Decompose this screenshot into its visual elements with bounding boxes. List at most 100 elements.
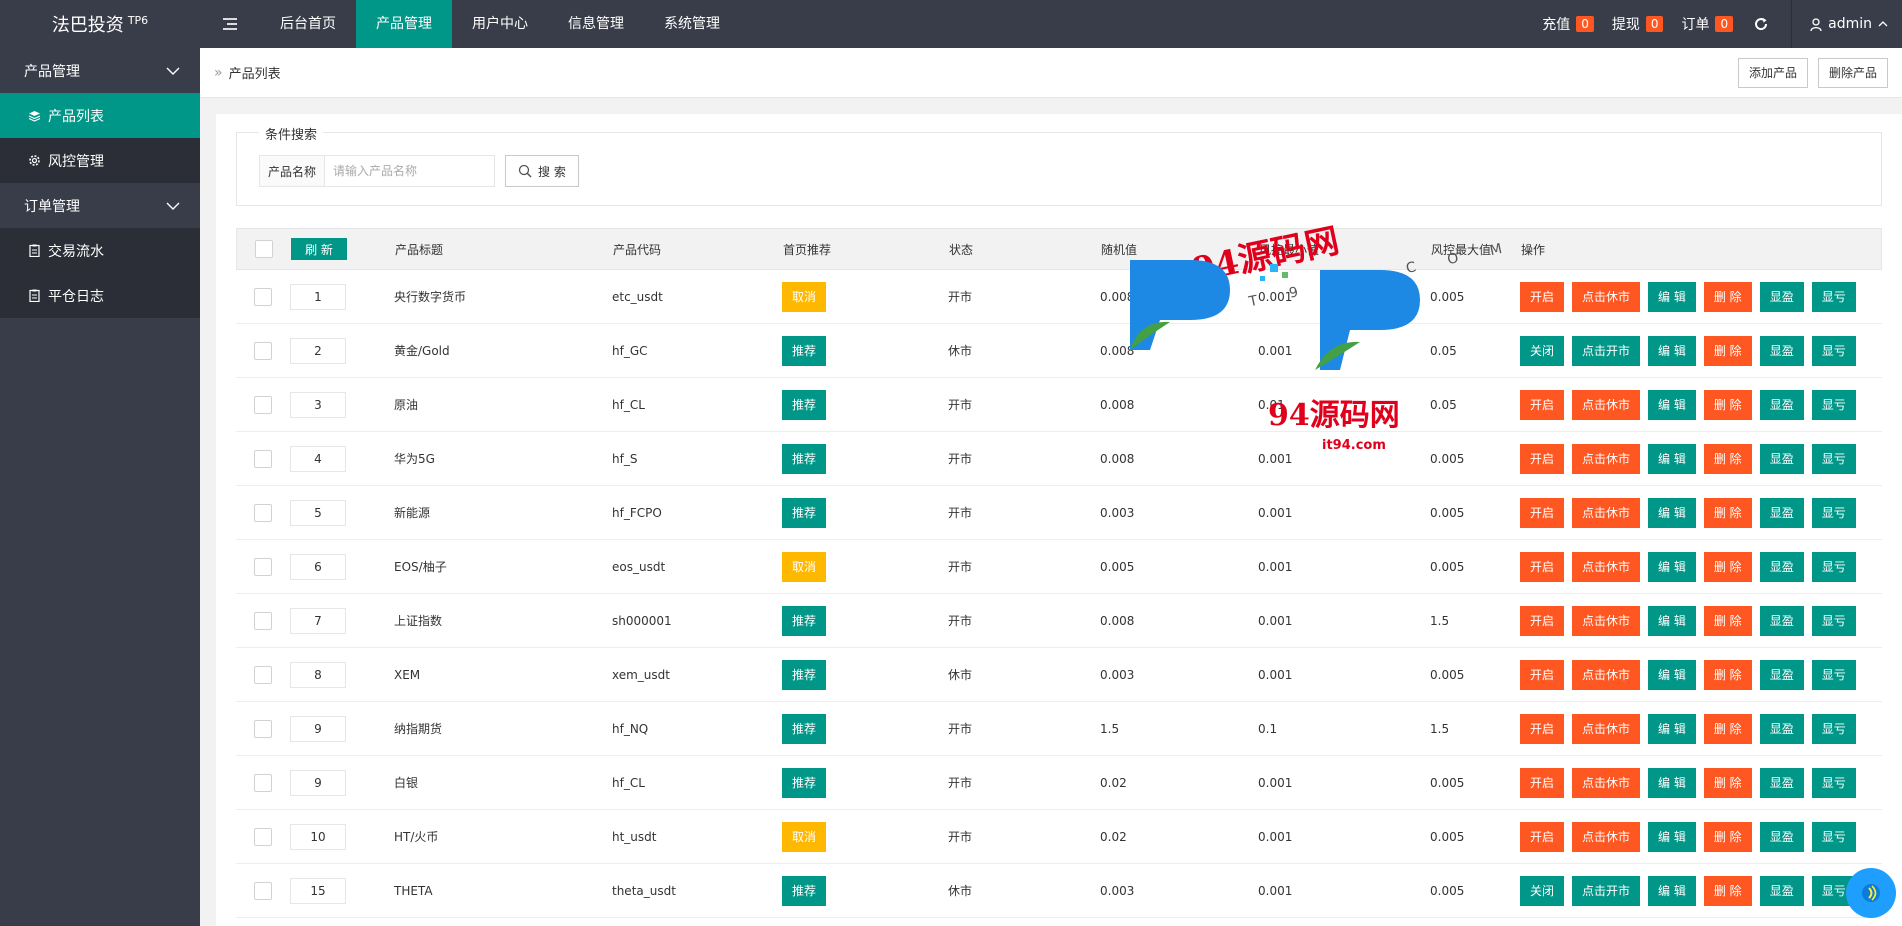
delete-button[interactable]: 删 除 [1703,605,1752,636]
home-recommend-button[interactable]: 推荐 [782,605,827,636]
topnav-products[interactable]: 产品管理 [356,0,452,48]
show-profit-button[interactable]: 显盈 [1759,659,1804,690]
market-button[interactable]: 点击休市 [1572,821,1641,852]
show-profit-button[interactable]: 显盈 [1759,443,1804,474]
row-checkbox[interactable] [254,665,272,684]
row-checkbox[interactable] [254,881,272,900]
show-profit-button[interactable]: 显盈 [1759,335,1804,366]
row-checkbox[interactable] [254,827,272,846]
sort-order-input[interactable]: 2 [290,337,346,364]
edit-button[interactable]: 编 辑 [1648,713,1696,744]
sort-order-input[interactable]: 10 [290,823,346,850]
delete-button[interactable]: 删 除 [1703,713,1752,744]
edit-button[interactable]: 编 辑 [1648,389,1696,420]
edit-button[interactable]: 编 辑 [1648,875,1696,906]
topnav-users[interactable]: 用户中心 [452,0,548,48]
edit-button[interactable]: 编 辑 [1648,821,1696,852]
edit-button[interactable]: 编 辑 [1648,605,1696,636]
sidebar-group-orders[interactable]: 订单管理 [0,183,200,228]
sort-order-input[interactable]: 4 [290,445,346,472]
market-button[interactable]: 点击休市 [1572,767,1641,798]
edit-button[interactable]: 编 辑 [1648,551,1696,582]
recharge-link[interactable]: 充值 0 [1542,14,1594,34]
delete-button[interactable]: 删 除 [1703,821,1752,852]
home-recommend-button[interactable]: 推荐 [782,443,827,474]
refresh-sort-button[interactable]: 刷 新 [291,238,347,260]
show-profit-button[interactable]: 显盈 [1759,605,1804,636]
market-button[interactable]: 点击休市 [1572,713,1641,744]
orders-link[interactable]: 订单 0 [1681,14,1734,34]
toggle-button[interactable]: 开启 [1520,551,1565,582]
delete-button[interactable]: 删 除 [1703,389,1752,420]
delete-button[interactable]: 删 除 [1703,875,1752,906]
row-checkbox[interactable] [254,503,272,522]
home-recommend-button[interactable]: 取消 [782,281,827,312]
topnav-system[interactable]: 系统管理 [644,0,740,48]
show-profit-button[interactable]: 显盈 [1759,713,1804,744]
delete-button[interactable]: 删 除 [1703,551,1752,582]
toggle-button[interactable]: 关闭 [1520,335,1565,366]
sort-order-input[interactable]: 5 [290,499,346,526]
toggle-button[interactable]: 开启 [1520,659,1565,690]
row-checkbox[interactable] [254,557,272,576]
delete-button[interactable]: 删 除 [1703,281,1752,312]
toggle-button[interactable]: 开启 [1520,497,1565,528]
show-loss-button[interactable]: 显亏 [1811,389,1856,420]
sidebar-item-close-log[interactable]: 平仓日志 [0,273,200,318]
sort-order-input[interactable]: 7 [290,607,346,634]
home-recommend-button[interactable]: 推荐 [782,497,827,528]
show-profit-button[interactable]: 显盈 [1759,821,1804,852]
search-button[interactable]: 搜 索 [505,155,579,187]
delete-product-button[interactable]: 删除产品 [1817,57,1888,88]
delete-button[interactable]: 删 除 [1703,335,1752,366]
sort-order-input[interactable]: 6 [290,553,346,580]
row-checkbox[interactable] [254,395,272,414]
home-recommend-button[interactable]: 推荐 [782,767,827,798]
show-profit-button[interactable]: 显盈 [1759,551,1804,582]
sort-order-input[interactable]: 9 [290,769,346,796]
show-profit-button[interactable]: 显盈 [1759,767,1804,798]
market-button[interactable]: 点击休市 [1572,605,1641,636]
market-button[interactable]: 点击休市 [1572,497,1641,528]
show-loss-button[interactable]: 显亏 [1811,335,1856,366]
home-recommend-button[interactable]: 推荐 [782,875,827,906]
toggle-button[interactable]: 开启 [1520,713,1565,744]
home-recommend-button[interactable]: 推荐 [782,713,827,744]
refresh-icon[interactable] [1751,14,1771,34]
app-logo[interactable]: 法巴投资 TP6 [0,0,200,48]
menu-toggle-icon[interactable] [200,0,260,48]
market-button[interactable]: 点击休市 [1572,443,1641,474]
toggle-button[interactable]: 开启 [1520,389,1565,420]
topnav-info[interactable]: 信息管理 [548,0,644,48]
sidebar-group-products[interactable]: 产品管理 [0,48,200,93]
sort-order-input[interactable]: 9 [290,715,346,742]
row-checkbox[interactable] [254,341,272,360]
toggle-button[interactable]: 开启 [1520,821,1565,852]
market-button[interactable]: 点击开市 [1572,875,1641,906]
delete-button[interactable]: 删 除 [1703,443,1752,474]
market-button[interactable]: 点击休市 [1572,551,1641,582]
market-button[interactable]: 点击开市 [1572,335,1641,366]
sidebar-item-trades[interactable]: 交易流水 [0,228,200,273]
row-checkbox[interactable] [254,611,272,630]
delete-button[interactable]: 删 除 [1703,767,1752,798]
toggle-button[interactable]: 开启 [1520,281,1565,312]
topnav-home[interactable]: 后台首页 [260,0,356,48]
sort-order-input[interactable]: 3 [290,391,346,418]
product-name-input[interactable] [325,155,496,187]
home-recommend-button[interactable]: 推荐 [782,659,827,690]
show-loss-button[interactable]: 显亏 [1811,713,1856,744]
user-menu[interactable]: admin [1792,0,1902,48]
show-loss-button[interactable]: 显亏 [1811,767,1856,798]
delete-button[interactable]: 删 除 [1703,659,1752,690]
show-loss-button[interactable]: 显亏 [1811,497,1856,528]
home-recommend-button[interactable]: 取消 [782,821,827,852]
edit-button[interactable]: 编 辑 [1648,497,1696,528]
show-profit-button[interactable]: 显盈 [1759,497,1804,528]
add-product-button[interactable]: 添加产品 [1737,57,1808,88]
delete-button[interactable]: 删 除 [1703,497,1752,528]
sidebar-item-product-list[interactable]: 产品列表 [0,93,200,138]
market-button[interactable]: 点击休市 [1572,389,1641,420]
show-loss-button[interactable]: 显亏 [1811,551,1856,582]
show-profit-button[interactable]: 显盈 [1759,875,1804,906]
